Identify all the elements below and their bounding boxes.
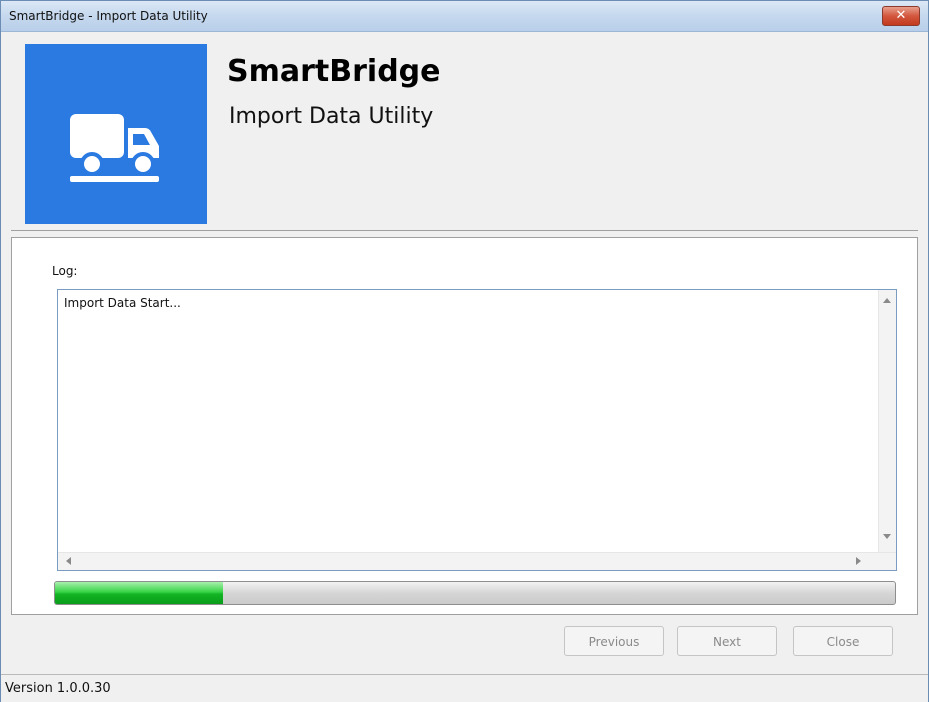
- scroll-up-icon[interactable]: [883, 298, 891, 303]
- vertical-scrollbar[interactable]: [878, 290, 896, 552]
- log-label: Log:: [52, 264, 78, 278]
- log-textbox[interactable]: Import Data Start...: [57, 289, 897, 571]
- content-panel: Log: Import Data Start...: [11, 237, 918, 615]
- app-name: SmartBridge: [227, 54, 441, 89]
- previous-button[interactable]: Previous: [564, 626, 664, 656]
- window-close-button[interactable]: ✕: [882, 6, 920, 26]
- app-logo: [25, 44, 207, 224]
- scroll-down-icon[interactable]: [883, 534, 891, 539]
- version-label: Version 1.0.0.30: [5, 681, 111, 696]
- scroll-right-icon[interactable]: [856, 557, 861, 565]
- next-button[interactable]: Next: [677, 626, 777, 656]
- header-panel: SmartBridge Import Data Utility: [11, 32, 918, 231]
- horizontal-scrollbar[interactable]: [58, 552, 896, 570]
- title-bar: SmartBridge - Import Data Utility ✕: [1, 1, 928, 32]
- app-subtitle: Import Data Utility: [229, 104, 434, 129]
- window-title: SmartBridge - Import Data Utility: [9, 9, 208, 23]
- button-bar: Previous Next Close: [1, 614, 928, 664]
- scroll-left-icon[interactable]: [66, 557, 71, 565]
- status-bar: Version 1.0.0.30: [1, 674, 928, 702]
- progress-bar: [54, 581, 896, 605]
- import-utility-window: SmartBridge - Import Data Utility ✕ Smar…: [0, 0, 929, 702]
- truck-icon: [70, 114, 159, 182]
- log-text: Import Data Start...: [64, 296, 181, 310]
- close-button[interactable]: Close: [793, 626, 893, 656]
- progress-fill: [55, 582, 223, 604]
